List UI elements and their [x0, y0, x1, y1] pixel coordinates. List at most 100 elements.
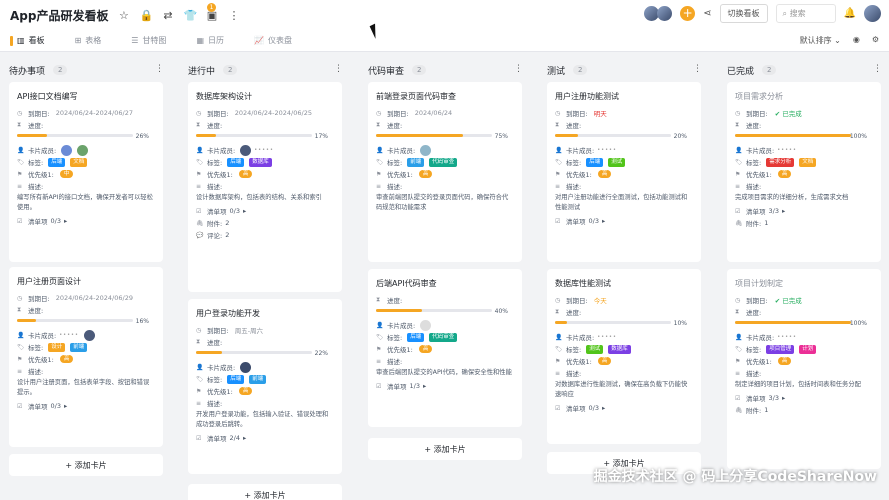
tab-calendar[interactable]: ▦ 日历: [196, 35, 224, 46]
tag: 需求分析: [766, 157, 795, 167]
tag-icon: 🏷: [376, 333, 384, 341]
avatar[interactable]: [657, 6, 673, 21]
checklist-icon: ☑: [555, 217, 561, 225]
progress-bar: [196, 351, 312, 354]
column-title: 待办事项: [9, 66, 46, 77]
card-title: 数据库架构设计: [196, 92, 252, 101]
tag-icon: 🏷: [196, 375, 204, 383]
priority-badge: 高: [777, 357, 792, 365]
hourglass-icon: ⧗: [17, 121, 22, 128]
card-title: 后端API代码审查: [376, 279, 437, 288]
tag: 后端: [48, 157, 66, 167]
add-member-button[interactable]: +: [680, 6, 696, 21]
more-icon[interactable]: ⋮: [873, 64, 882, 74]
priority-badge: 高: [59, 355, 74, 363]
clock-icon: ◷: [196, 326, 202, 334]
card-description: 设计数据库架构，包括表的结构、关系和索引: [196, 194, 322, 201]
hourglass-icon: ⧗: [196, 121, 201, 128]
checklist-icon: ☑: [196, 207, 202, 215]
avatar: [77, 144, 89, 156]
task-card[interactable]: 项目计划制定 ◷ 到期日: ✔ 已完成 ⧗ 进度: 100% 👤 卡片成员: ••••• …: [727, 269, 881, 469]
card-description: 开发用户登录功能，包括输入验证、错误处理和成功登录后跳转。: [196, 411, 329, 428]
desc-icon: ≡: [376, 182, 382, 190]
flag-icon: ⚑: [555, 170, 561, 178]
filter-icon[interactable]: ⇄: [161, 9, 174, 22]
search-input[interactable]: ⌕ 搜索: [775, 4, 836, 23]
hourglass-icon: ⧗: [555, 308, 560, 315]
tag: 数据库: [249, 157, 272, 167]
priority-badge: 高: [777, 170, 792, 178]
clock-icon: ◷: [735, 109, 741, 117]
member-icon: 👤: [555, 146, 563, 154]
flag-icon: ⚑: [17, 170, 23, 178]
progress-percent: 20%: [673, 133, 687, 140]
more-icon[interactable]: ⋮: [693, 64, 702, 74]
done-status: ✔ 已完成: [774, 297, 802, 305]
column-count: 2: [412, 65, 427, 75]
task-card[interactable]: 项目需求分析 ◷ 到期日: ✔ 已完成 ⧗ 进度: 100% 👤 卡片成员: ••••• …: [727, 82, 881, 262]
progress-bar: [376, 309, 492, 312]
switch-board-button[interactable]: 切换看板: [719, 4, 768, 23]
progress-bar: [17, 319, 133, 322]
tag: 测试: [586, 344, 604, 354]
settings-icon[interactable]: ⚙: [872, 35, 879, 46]
board-title: App产品研发看板: [10, 8, 109, 23]
tag: 前端: [70, 342, 88, 352]
card-title: 项目计划制定: [735, 279, 783, 288]
task-card[interactable]: 用户注册功能测试 ◷ 到期日: 明天 ⧗ 进度: 20% 👤 卡片成员: ••••• 🏷 标…: [547, 82, 701, 262]
tab-gantt[interactable]: ☰ 甘特图: [131, 35, 166, 46]
hourglass-icon: ⧗: [376, 121, 381, 128]
user-avatar[interactable]: [864, 5, 881, 22]
progress-fill: [735, 134, 851, 137]
progress-fill: [555, 134, 579, 137]
clock-icon: ◷: [17, 109, 23, 117]
task-card[interactable]: 用户注册页面设计 ◷ 到期日: 2024/06/24-2024/06/29 ⧗ 进度:…: [9, 267, 163, 447]
task-card[interactable]: 数据库性能测试 ◷ 到期日: 今天 ⧗ 进度: 10% 👤 卡片成员: ••••• 🏷 标签…: [547, 269, 701, 444]
tab-table[interactable]: ⊞ 表格: [75, 35, 102, 46]
progress-bar: [376, 134, 492, 137]
sort-dropdown[interactable]: 默认排序 ⌄: [800, 35, 841, 46]
task-card[interactable]: 前端登录页面代码审查 ◷ 到期日: 2024/06/24 ⧗ 进度: 75% 👤 卡片成…: [368, 82, 522, 262]
share-icon[interactable]: ⋖: [703, 8, 711, 19]
add-card-button[interactable]: + 添加卡片: [188, 484, 342, 500]
more-icon[interactable]: ⋮: [155, 64, 164, 74]
more-icon[interactable]: ⋮: [334, 64, 343, 74]
more-icon[interactable]: ⋮: [514, 64, 523, 74]
priority-badge: 高: [418, 170, 433, 178]
task-card[interactable]: 用户登录功能开发 ◷ 到期日: 周五-周六 ⧗ 进度: 22% 👤 卡片成员: 🏷 标签:…: [188, 299, 342, 474]
notification-badge: 1: [207, 3, 216, 12]
progress-percent: 100%: [849, 320, 867, 327]
eye-icon[interactable]: ◉: [853, 35, 860, 46]
bell-icon[interactable]: 🔔: [844, 8, 856, 19]
star-icon[interactable]: ☆: [117, 9, 130, 22]
card-description: 编写所有新API的接口文档，确保开发者可以轻松使用。: [17, 194, 153, 211]
task-card[interactable]: 后端API代码审查 ⧗ 进度: 40% 👤 卡片成员: 🏷 标签: 后端 代码审查 ⚑ 优先…: [368, 269, 522, 427]
lock-icon[interactable]: 🔒: [139, 9, 153, 22]
column-code-review: 代码审查 2 ⋮ 前端登录页面代码审查 ◷ 到期日: 2024/06/24 ⧗ 进度: …: [359, 52, 529, 500]
add-card-button[interactable]: + 添加卡片: [368, 438, 522, 460]
tag: 文档: [799, 157, 817, 167]
flag-icon: ⚑: [196, 387, 202, 395]
flag-icon: ⚑: [735, 170, 741, 178]
theme-icon[interactable]: 👕: [183, 9, 197, 22]
tag: 后端: [227, 157, 245, 167]
tab-dashboard[interactable]: 📈 仪表盘: [254, 35, 292, 46]
active-tab-indicator: [10, 35, 13, 46]
column-testing: 测试 2 ⋮ 用户注册功能测试 ◷ 到期日: 明天 ⧗ 进度: 20% 👤 卡片成员: ••…: [538, 52, 708, 500]
progress-percent: 17%: [314, 133, 328, 140]
more-icon[interactable]: ⋮: [227, 9, 240, 22]
column-title: 已完成: [727, 66, 755, 77]
hourglass-icon: ⧗: [376, 296, 381, 303]
task-card[interactable]: API接口文档编写 ◷ 到期日: 2024/06/24-2024/06/27 ⧗ 进度…: [9, 82, 163, 262]
column-done: 已完成 2 ⋮ 项目需求分析 ◷ 到期日: ✔ 已完成 ⧗ 进度: 100% 👤 卡片成员…: [718, 52, 888, 500]
tag: 数据库: [608, 344, 631, 354]
avatar: [83, 329, 95, 341]
tag-icon: 🏷: [17, 343, 25, 351]
tab-kanban[interactable]: ▥ 看板: [17, 35, 45, 46]
add-card-button[interactable]: + 添加卡片: [9, 454, 163, 476]
desc-icon: ≡: [735, 369, 741, 377]
tag: 后端: [407, 332, 425, 342]
task-card[interactable]: 数据库架构设计 ◷ 到期日: 2024/06/24-2024/06/25 ⧗ 进度: …: [188, 82, 342, 292]
avatar: [61, 144, 73, 156]
checklist-icon: ☑: [735, 394, 741, 402]
